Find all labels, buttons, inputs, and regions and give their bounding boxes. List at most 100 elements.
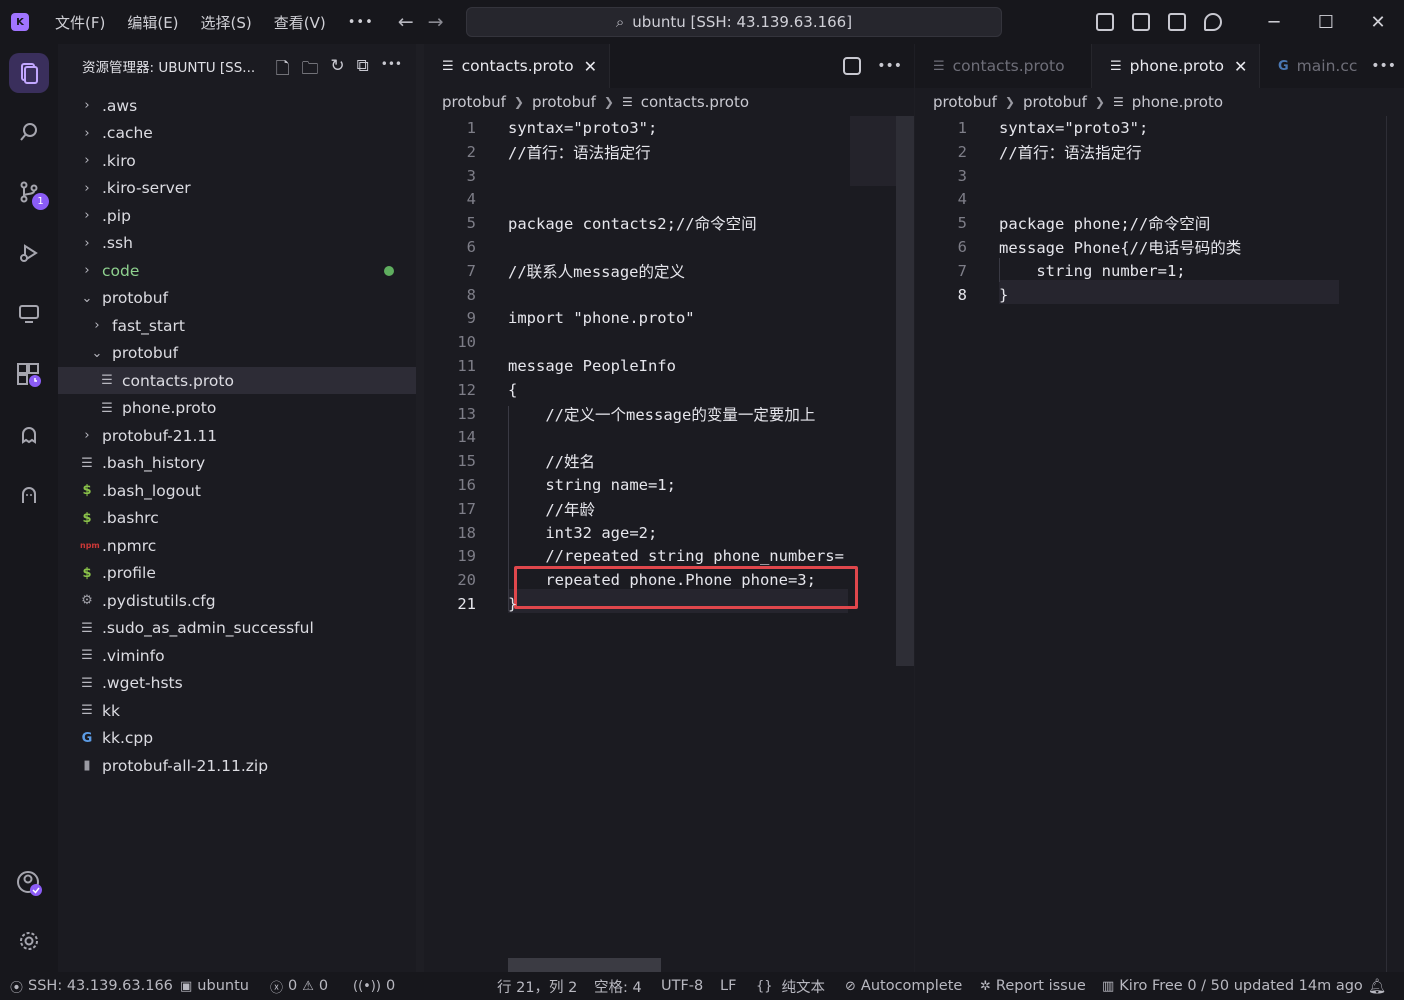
code-text: syntax="proto3"; — [508, 119, 658, 137]
menu-selection[interactable]: 选择(S) — [201, 12, 252, 33]
more-actions-icon[interactable]: ••• — [877, 58, 902, 74]
problems-indicator[interactable]: ⓧ 0 ⚠ 0 — [270, 972, 328, 1000]
search-sidebar-icon[interactable] — [9, 112, 49, 152]
command-center-search[interactable]: ⌕ ubuntu [SSH: 43.139.63.166] — [466, 7, 1002, 37]
code-text: //姓名 — [508, 453, 595, 472]
tree-item[interactable]: ☰ .sudo_as_admin_successful — [58, 615, 416, 642]
indentation[interactable]: 空格: 4 — [594, 972, 642, 1000]
tree-item[interactable]: › code — [58, 257, 416, 284]
code-editor[interactable]: 1 syntax="proto3"; 2 //首行：语法指定行 3 4 5 package p… — [915, 116, 1404, 972]
minimize-icon[interactable]: ─ — [1248, 12, 1300, 33]
tab-main-cc[interactable]: G main.cc — [1260, 44, 1360, 88]
autocomplete-toggle[interactable]: ⊘ Autocomplete — [845, 972, 962, 1000]
new-folder-icon[interactable]: 🗀 — [301, 56, 318, 85]
breadcrumb-item[interactable]: phone.proto — [1132, 93, 1223, 111]
settings-gear-icon[interactable] — [9, 921, 49, 961]
vertical-scrollbar[interactable] — [1386, 116, 1387, 972]
tab-phone-proto[interactable]: ☰ phone.proto ✕ — [1092, 44, 1260, 88]
tree-item[interactable]: › .kiro-server — [58, 175, 416, 202]
chevron-right-icon: › — [84, 180, 90, 196]
chat-icon[interactable] — [1204, 13, 1222, 31]
line-number: 4 — [466, 190, 476, 209]
tab-contacts-proto[interactable]: ☰ contacts.proto — [915, 44, 1092, 88]
tree-item[interactable]: › protobuf-21.11 — [58, 422, 416, 449]
customize-layout-icon[interactable] — [1096, 13, 1114, 31]
breadcrumb-item[interactable]: protobuf — [1023, 93, 1087, 111]
tree-item[interactable]: › .aws — [58, 92, 416, 119]
tree-item[interactable]: $ .profile — [58, 560, 416, 587]
cursor-position[interactable]: 行 21，列 2 — [497, 972, 577, 1000]
toggle-panel-icon[interactable] — [1168, 13, 1186, 31]
vertical-scrollbar[interactable] — [896, 116, 914, 666]
forward-arrow-icon[interactable]: → — [428, 11, 444, 33]
breadcrumb-item[interactable]: protobuf — [442, 93, 506, 111]
tree-item[interactable]: ▮ protobuf-all-21.11.zip — [58, 752, 416, 779]
new-file-icon[interactable]: 🗋 — [276, 56, 290, 85]
bell-icon: 🔔︎ — [1368, 978, 1387, 995]
tree-item[interactable]: › .cache — [58, 120, 416, 147]
tree-item[interactable]: $ .bashrc — [58, 505, 416, 532]
ports-indicator[interactable]: ((•)) 0 — [353, 972, 395, 1000]
menu-file[interactable]: 文件(F) — [55, 12, 105, 33]
maximize-icon[interactable]: ☐ — [1300, 12, 1352, 33]
line-number: 9 — [466, 309, 476, 328]
close-window-icon[interactable]: ✕ — [1352, 12, 1404, 33]
tree-item[interactable]: › fast_start — [58, 312, 416, 339]
notifications[interactable]: 🔔︎ — [1368, 972, 1386, 1000]
tree-item[interactable]: npm .npmrc — [58, 532, 416, 559]
menu-more-button[interactable]: ••• — [348, 15, 374, 30]
code-text: //首行：语法指定行 — [508, 143, 651, 162]
close-tab-icon[interactable]: ✕ — [584, 57, 597, 76]
tree-item[interactable]: ☰ .bash_history — [58, 450, 416, 477]
more-actions-icon[interactable]: ••• — [381, 56, 402, 85]
split-editor-icon[interactable] — [843, 57, 862, 75]
close-tab-icon[interactable]: ✕ — [1234, 57, 1247, 76]
tree-item[interactable]: › .pip — [58, 202, 416, 229]
tree-item[interactable]: ☰ phone.proto — [58, 395, 416, 422]
minimap[interactable] — [850, 116, 896, 186]
workspace-indicator[interactable]: ▣ ubuntu — [180, 972, 249, 1000]
refresh-icon[interactable]: ↻ — [330, 56, 344, 85]
explorer-icon[interactable] — [9, 53, 49, 93]
code-text: syntax="proto3"; — [999, 119, 1149, 137]
tree-item[interactable]: ☰ .viminfo — [58, 642, 416, 669]
tree-item[interactable]: › .ssh — [58, 230, 416, 257]
tree-item[interactable]: ☰ kk — [58, 697, 416, 724]
encoding[interactable]: UTF-8 — [661, 972, 703, 1000]
tree-item[interactable]: ☰ .wget-hsts — [58, 670, 416, 697]
code-editor[interactable]: 1 syntax="proto3"; 2 //首行：语法指定行 3 4 5 package c… — [424, 116, 914, 972]
collapse-all-icon[interactable]: ⧉ — [357, 56, 369, 85]
tree-item[interactable]: ☰ contacts.proto — [58, 367, 416, 394]
account-icon[interactable] — [9, 863, 49, 903]
breadcrumb-item[interactable]: protobuf — [532, 93, 596, 111]
ghost-icon[interactable] — [9, 475, 49, 515]
breadcrumb-item[interactable]: protobuf — [933, 93, 997, 111]
kiro-ghost-icon[interactable] — [9, 414, 49, 454]
horizontal-scrollbar[interactable] — [508, 958, 661, 972]
extensions-clock-icon[interactable] — [9, 355, 49, 395]
remote-indicator[interactable]: ⦿ SSH: 43.139.63.166 — [10, 972, 173, 1000]
source-control-icon[interactable]: 1 — [9, 172, 49, 212]
tree-item[interactable]: › .kiro — [58, 147, 416, 174]
line-number: 1 — [466, 119, 476, 137]
tab-contacts-proto[interactable]: ☰ contacts.proto ✕ — [424, 44, 610, 88]
run-debug-icon[interactable] — [9, 233, 49, 273]
line-number: 21 — [457, 595, 476, 613]
menu-view[interactable]: 查看(V) — [274, 12, 326, 33]
back-arrow-icon[interactable]: ← — [398, 11, 414, 33]
tree-item[interactable]: ⚙ .pydistutils.cfg — [58, 587, 416, 614]
bug-icon: ✲ — [980, 978, 991, 994]
tree-item[interactable]: Gkk.cpp — [58, 725, 416, 752]
toggle-sidebar-icon[interactable] — [1132, 13, 1150, 31]
kiro-usage[interactable]: ▥ Kiro Free 0 / 50 updated 14m ago — [1102, 972, 1363, 1000]
tree-item[interactable]: ⌄ protobuf — [58, 340, 416, 367]
remote-explorer-icon[interactable] — [9, 294, 49, 334]
language-mode[interactable]: {} 纯文本 — [756, 972, 825, 1000]
tree-item[interactable]: ⌄ protobuf — [58, 285, 416, 312]
breadcrumb-item[interactable]: contacts.proto — [641, 93, 749, 111]
more-actions-icon[interactable]: ••• — [1371, 58, 1396, 74]
line-ending[interactable]: LF — [720, 972, 736, 1000]
menu-edit[interactable]: 编辑(E) — [127, 12, 178, 33]
report-issue[interactable]: ✲ Report issue — [980, 972, 1086, 1000]
tree-item[interactable]: $ .bash_logout — [58, 477, 416, 504]
